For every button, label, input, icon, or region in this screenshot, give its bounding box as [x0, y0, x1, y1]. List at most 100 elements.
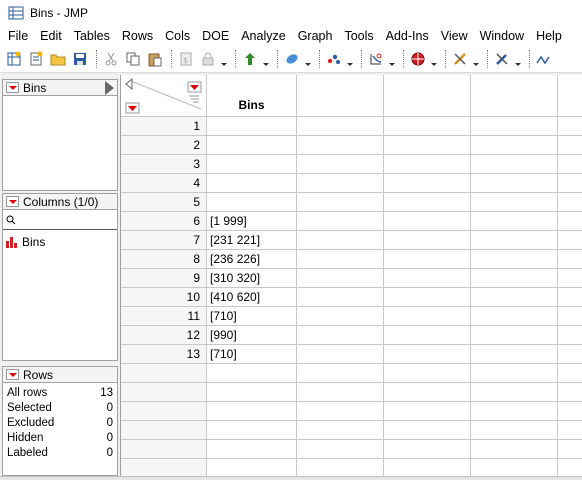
cell-bins[interactable] — [207, 193, 297, 212]
empty-cell[interactable] — [297, 174, 384, 193]
empty-cell[interactable] — [471, 174, 558, 193]
empty-cell[interactable] — [471, 364, 558, 383]
cell-bins[interactable]: [1 999] — [207, 212, 297, 231]
empty-cell[interactable] — [384, 136, 471, 155]
dropdown-arrow[interactable] — [430, 49, 438, 69]
row-number[interactable]: 5 — [121, 193, 207, 212]
cell-bins[interactable] — [207, 117, 297, 136]
dropdown-arrow[interactable] — [220, 49, 228, 69]
collapse-arrow-icon[interactable] — [105, 81, 114, 95]
menu-tools[interactable]: Tools — [338, 29, 379, 43]
column-search[interactable] — [3, 210, 117, 230]
columns-red-triangle-icon[interactable] — [6, 196, 19, 207]
empty-cell[interactable] — [558, 212, 582, 231]
row-number[interactable]: 9 — [121, 269, 207, 288]
empty-cell[interactable] — [471, 269, 558, 288]
paste-icon[interactable] — [145, 49, 165, 69]
cell-bins[interactable]: [410 620] — [207, 288, 297, 307]
copy-icon[interactable] — [123, 49, 143, 69]
empty-cell[interactable] — [384, 250, 471, 269]
row-number[interactable]: 10 — [121, 288, 207, 307]
empty-cell[interactable] — [297, 345, 384, 364]
cell-bins[interactable]: [990] — [207, 326, 297, 345]
menu-analyze[interactable]: Analyze — [235, 29, 291, 43]
menu-file[interactable]: File — [2, 29, 34, 43]
empty-cell[interactable] — [297, 250, 384, 269]
empty-cell[interactable] — [297, 269, 384, 288]
empty-cell[interactable] — [384, 193, 471, 212]
empty-cell[interactable] — [384, 155, 471, 174]
column-item-bins[interactable]: Bins — [3, 234, 117, 250]
row-number[interactable]: 8 — [121, 250, 207, 269]
empty-cell[interactable] — [558, 364, 582, 383]
dropdown-arrow[interactable] — [262, 49, 270, 69]
cell-bins[interactable] — [207, 383, 297, 402]
empty-cell[interactable] — [384, 326, 471, 345]
menu-cols[interactable]: Cols — [159, 29, 196, 43]
row-number[interactable]: 7 — [121, 231, 207, 250]
cell-bins[interactable] — [207, 440, 297, 459]
dropdown-arrow[interactable] — [346, 49, 354, 69]
empty-cell[interactable] — [471, 136, 558, 155]
empty-cell[interactable] — [558, 383, 582, 402]
empty-cell[interactable] — [558, 117, 582, 136]
empty-cell[interactable] — [558, 269, 582, 288]
cell-bins[interactable] — [207, 421, 297, 440]
connect-icon[interactable] — [534, 49, 554, 69]
copy-script-icon[interactable]: $ — [176, 49, 196, 69]
empty-cell[interactable] — [471, 345, 558, 364]
dropdown-arrow[interactable] — [304, 49, 312, 69]
column-header-bins[interactable]: Bins — [207, 75, 297, 117]
empty-cell[interactable] — [297, 117, 384, 136]
dropdown-arrow[interactable] — [388, 49, 396, 69]
menu-help[interactable]: Help — [530, 29, 568, 43]
dropdown-arrow[interactable] — [472, 49, 480, 69]
row-number[interactable]: 2 — [121, 136, 207, 155]
menu-view[interactable]: View — [435, 29, 474, 43]
cell-bins[interactable] — [207, 174, 297, 193]
empty-cell[interactable] — [297, 307, 384, 326]
empty-cell[interactable] — [558, 345, 582, 364]
row-number[interactable] — [121, 383, 207, 402]
empty-cell[interactable] — [297, 212, 384, 231]
empty-cell[interactable] — [384, 307, 471, 326]
empty-cell[interactable] — [384, 440, 471, 459]
empty-cell[interactable] — [384, 117, 471, 136]
grid-corner[interactable] — [121, 75, 207, 117]
empty-cell[interactable] — [297, 326, 384, 345]
empty-cell[interactable] — [471, 402, 558, 421]
rows-panel-header[interactable]: Rows — [2, 366, 118, 383]
empty-cell[interactable] — [384, 402, 471, 421]
tools-icon[interactable] — [492, 49, 512, 69]
add-row-icon[interactable] — [240, 49, 260, 69]
menu-add-ins[interactable]: Add-Ins — [380, 29, 435, 43]
row-number[interactable]: 4 — [121, 174, 207, 193]
row-number[interactable] — [121, 440, 207, 459]
rows-red-triangle-icon[interactable] — [6, 369, 19, 380]
cell-bins[interactable] — [207, 155, 297, 174]
new-script-icon[interactable] — [26, 49, 46, 69]
empty-cell[interactable] — [558, 288, 582, 307]
cell-bins[interactable] — [207, 402, 297, 421]
column-header-empty[interactable] — [297, 75, 384, 117]
cell-bins[interactable]: [231 221] — [207, 231, 297, 250]
empty-cell[interactable] — [558, 402, 582, 421]
empty-cell[interactable] — [471, 383, 558, 402]
empty-cell[interactable] — [471, 307, 558, 326]
menu-doe[interactable]: DOE — [196, 29, 235, 43]
row-number[interactable]: 13 — [121, 345, 207, 364]
cut-icon[interactable] — [101, 49, 121, 69]
empty-cell[interactable] — [471, 326, 558, 345]
table-red-triangle-icon[interactable] — [6, 82, 19, 93]
row-number[interactable] — [121, 421, 207, 440]
empty-cell[interactable] — [297, 155, 384, 174]
empty-cell[interactable] — [558, 307, 582, 326]
row-number[interactable] — [121, 364, 207, 383]
empty-cell[interactable] — [297, 136, 384, 155]
open-icon[interactable] — [48, 49, 68, 69]
row-number[interactable]: 12 — [121, 326, 207, 345]
empty-cell[interactable] — [471, 288, 558, 307]
row-number[interactable]: 3 — [121, 155, 207, 174]
empty-cell[interactable] — [558, 326, 582, 345]
empty-cell[interactable] — [558, 440, 582, 459]
